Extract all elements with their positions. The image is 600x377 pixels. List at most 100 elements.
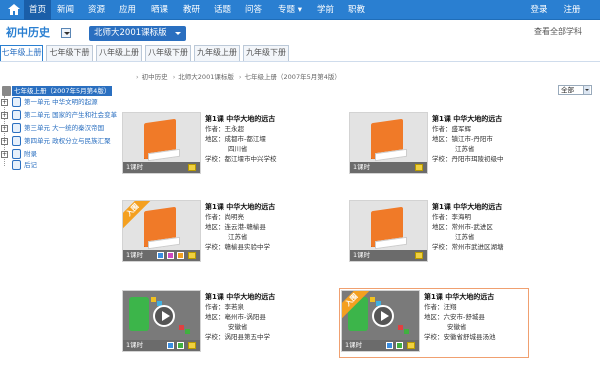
resource-card[interactable]: 1课时 第1课 中华大地的远古 作者：李若泉 地区：亳州市-涡阳县 安徽省 学校…	[122, 290, 320, 358]
download-icon[interactable]	[188, 164, 196, 171]
breadcrumb-item-edition[interactable]: 北师大2001课标版	[178, 73, 234, 81]
resource-card[interactable]: 1课时 第1课 中华大地的远古 作者：盛军辉 地区：镇江市-丹阳市 江苏省 学校…	[349, 112, 547, 180]
tab-grade-8-vol1[interactable]: 八年级上册	[96, 45, 142, 61]
resource-card[interactable]: 1课时 第1课 中华大地的远古 作者：李海明 地区：常州市-武进区 江苏省 学校…	[349, 200, 547, 268]
play-icon[interactable]	[372, 305, 394, 327]
tree-item-label: 第三单元 大一统的秦汉帝国	[24, 124, 105, 132]
doc-icon	[396, 342, 403, 349]
resource-card[interactable]: 入围 1课时 第1课 中华大地的远古 作者：尚明亮 地区：连云港-赣榆县 江苏省…	[122, 200, 320, 268]
doc-icon	[177, 342, 184, 349]
expand-icon[interactable]: +	[1, 138, 8, 145]
filter-select[interactable]: 全部	[558, 85, 592, 95]
lesson-hours: 1课时	[126, 341, 144, 349]
login-link[interactable]: 登录	[528, 0, 550, 20]
nav-item-preschool[interactable]: 学前	[312, 0, 339, 20]
school: 学校：赣榆县实验中学	[205, 243, 270, 251]
tab-grade-7-vol1[interactable]: 七年级上册	[0, 45, 43, 62]
province: 江苏省	[455, 145, 475, 153]
register-link[interactable]: 注册	[561, 0, 583, 20]
subject-title: 初中历史	[6, 26, 50, 39]
tree-root-node[interactable]: 七年级上册（2007年5月第4版）	[2, 86, 115, 96]
region: 地区：常州市-武进区	[432, 223, 493, 231]
tab-grade-8-vol2[interactable]: 八年级下册	[145, 45, 191, 61]
edition-selector[interactable]: 北师大2001课标版	[89, 26, 186, 41]
breadcrumb-item-subject[interactable]: 初中历史	[142, 73, 168, 81]
nav-item-apps[interactable]: 应用	[114, 0, 141, 20]
lesson-title[interactable]: 第1课 中华大地的远古	[432, 114, 547, 124]
lesson-hours: 1课时	[353, 163, 371, 171]
tree-item-label: 第一单元 中华文明的起源	[24, 98, 98, 106]
lesson-title[interactable]: 第1课 中华大地的远古	[205, 292, 320, 302]
resource-thumbnail[interactable]: 1课时	[349, 200, 428, 262]
book-icon	[2, 86, 11, 96]
subject-dropdown-button[interactable]	[61, 28, 71, 38]
author: 作者：尚明亮	[205, 213, 244, 221]
lesson-title[interactable]: 第1课 中华大地的远古	[424, 292, 539, 302]
download-icon[interactable]	[407, 342, 415, 349]
nav-item-vocational[interactable]: 职教	[343, 0, 370, 20]
region: 地区：亳州市-涡阳县	[205, 313, 266, 321]
download-icon[interactable]	[188, 342, 196, 349]
province: 四川省	[228, 145, 248, 153]
chevron-down-icon	[583, 86, 590, 94]
download-icon[interactable]	[415, 164, 423, 171]
resource-thumbnail[interactable]: 1课时	[349, 112, 428, 174]
lesson-title[interactable]: 第1课 中华大地的远古	[432, 202, 547, 212]
tree-item-unit-1[interactable]: + 第一单元 中华文明的起源	[1, 97, 117, 108]
nav-item-home[interactable]: 首页	[24, 0, 51, 20]
resource-info: 第1课 中华大地的远古 作者：李海明 地区：常州市-武进区 江苏省 学校：常州市…	[432, 202, 547, 252]
resource-info: 第1课 中华大地的远古 作者：李若泉 地区：亳州市-涡阳县 安徽省 学校：涡阳县…	[205, 292, 320, 342]
nav-item-topics[interactable]: 话题	[209, 0, 236, 20]
nav-item-qa[interactable]: 问答	[240, 0, 267, 20]
lesson-title[interactable]: 第1课 中华大地的远古	[205, 202, 320, 212]
tree-item-label: 第四单元 政权分立与民族汇聚	[24, 137, 111, 145]
tree-item-label: 第二单元 国家的产生和社会变革	[24, 111, 117, 119]
tab-grade-9-vol2[interactable]: 九年级下册	[243, 45, 289, 61]
all-subjects-link[interactable]: 查看全部学科	[534, 26, 582, 37]
school: 学校：常州市武进区湖塘	[432, 243, 504, 251]
folder-icon	[12, 123, 21, 133]
tab-grade-9-vol1[interactable]: 九年级上册	[194, 45, 240, 61]
resource-thumbnail[interactable]: 1课时	[122, 112, 201, 174]
tree-item-unit-2[interactable]: + 第二单元 国家的产生和社会变革	[1, 110, 117, 121]
resource-thumbnail[interactable]: 1课时	[122, 290, 201, 352]
expand-icon[interactable]: +	[1, 151, 8, 158]
resource-card[interactable]: 1课时 第1课 中华大地的远古 作者：王永超 地区：成都市-都江堰 四川省 学校…	[122, 112, 320, 180]
resource-info: 第1课 中华大地的远古 作者：尚明亮 地区：连云港-赣榆县 江苏省 学校：赣榆县…	[205, 202, 320, 252]
school: 学校：安徽省舒城县汤池	[424, 333, 496, 341]
video-icon	[167, 342, 174, 349]
author: 作者：李若泉	[205, 303, 244, 311]
resource-thumbnail[interactable]: 入围 1课时	[341, 290, 420, 352]
lesson-hours: 1课时	[126, 163, 144, 171]
folder-icon	[12, 149, 21, 159]
book-icon	[144, 206, 182, 250]
download-icon[interactable]	[415, 252, 423, 259]
play-icon[interactable]	[153, 305, 175, 327]
nav-item-research[interactable]: 教研	[178, 0, 205, 20]
expand-icon[interactable]: +	[1, 125, 8, 132]
school: 学校：丹阳市珥陵初级中	[432, 155, 504, 163]
expand-icon[interactable]: +	[1, 99, 8, 106]
tree-item-appendix[interactable]: + 附录	[1, 149, 117, 160]
region: 地区：镇江市-丹阳市	[432, 135, 493, 143]
tree-item-afterword[interactable]: 后记	[1, 160, 117, 171]
tree-root-label: 七年级上册（2007年5月第4版）	[12, 86, 113, 96]
lesson-title[interactable]: 第1课 中华大地的远古	[205, 114, 320, 124]
nav-item-special[interactable]: 专题 ▾	[273, 0, 307, 20]
resource-thumbnail[interactable]: 入围 1课时	[122, 200, 201, 262]
tree-item-unit-4[interactable]: + 第四单元 政权分立与民族汇聚	[1, 136, 117, 147]
province: 江苏省	[228, 233, 248, 241]
chevron-down-icon	[64, 32, 70, 35]
nav-item-resources[interactable]: 资源	[83, 0, 110, 20]
tree-item-unit-3[interactable]: + 第三单元 大一统的秦汉帝国	[1, 123, 117, 134]
breadcrumb-item-volume[interactable]: 七年级上册（2007年5月第4版）	[245, 73, 341, 81]
resource-card[interactable]: 入围 1课时 第1课 中华大地的远古 作者：汪翔 地区：六安市-舒城县 安徽省 …	[339, 288, 529, 358]
tab-grade-7-vol2[interactable]: 七年级下册	[46, 45, 93, 61]
site-logo-icon[interactable]	[7, 3, 21, 16]
edition-label: 北师大2001课标版	[94, 28, 167, 38]
nav-item-news[interactable]: 新闻	[52, 0, 79, 20]
lesson-hours: 1课时	[353, 251, 371, 259]
nav-item-lessons[interactable]: 晒课	[146, 0, 173, 20]
expand-icon[interactable]: +	[1, 112, 8, 119]
download-icon[interactable]	[188, 252, 196, 259]
